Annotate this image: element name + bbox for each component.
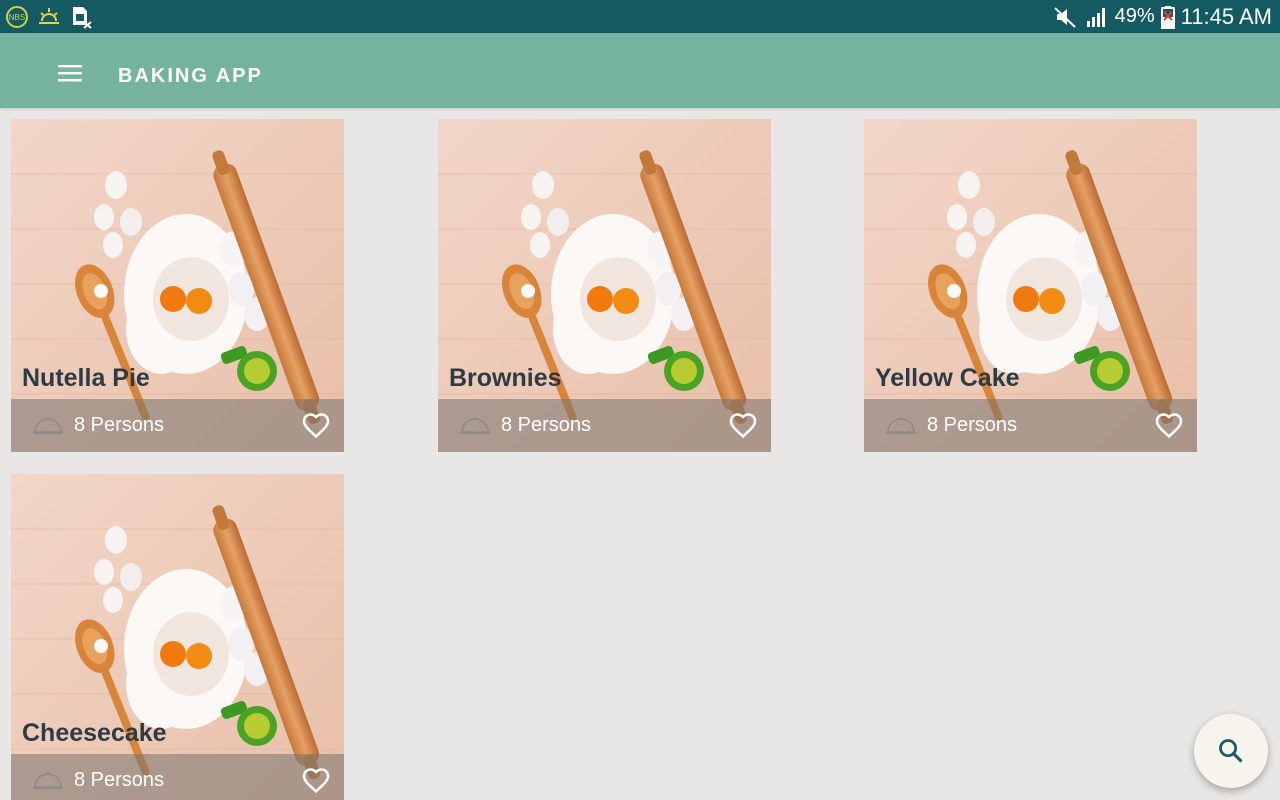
page-title: BAKING APP xyxy=(118,65,263,87)
recipe-name: Nutella Pie xyxy=(22,364,150,392)
serving-cloche-icon xyxy=(31,768,65,792)
search-icon xyxy=(1219,739,1243,763)
serving-cloche-icon xyxy=(884,413,918,437)
recipe-servings: 8 Persons xyxy=(927,414,1018,436)
battery-percent: 49% xyxy=(1114,5,1155,27)
status-bar: NBS 49% 11:45 AM xyxy=(0,0,1280,33)
serving-cloche-icon xyxy=(458,413,492,437)
app-toolbar: BAKING APP xyxy=(0,33,1280,108)
recipe-card[interactable]: Nutella Pie 8 Persons xyxy=(11,119,344,452)
battery-icon xyxy=(1160,5,1175,29)
recipe-servings: 8 Persons xyxy=(74,414,165,436)
recipe-card[interactable]: Cheesecake 8 Persons xyxy=(11,474,344,800)
mute-icon xyxy=(1053,6,1076,28)
favorite-heart-icon[interactable] xyxy=(301,766,331,796)
recipe-photo xyxy=(11,474,344,800)
recipe-footer: 8 Persons xyxy=(11,754,344,800)
recipe-name: Cheesecake xyxy=(22,719,167,747)
signal-icon xyxy=(1086,7,1105,27)
favorite-heart-icon[interactable] xyxy=(728,411,758,441)
recipe-name: Yellow Cake xyxy=(875,364,1020,392)
recipe-footer: 8 Persons xyxy=(438,399,771,452)
recipe-card[interactable]: Yellow Cake 8 Persons xyxy=(864,119,1197,452)
sunrise-icon xyxy=(39,8,59,24)
recipe-servings: 8 Persons xyxy=(74,769,165,791)
recipe-footer: 8 Persons xyxy=(11,399,344,452)
hamburger-menu-icon xyxy=(58,65,82,82)
recipe-footer: 8 Persons xyxy=(864,399,1197,452)
menu-button[interactable] xyxy=(50,53,90,93)
status-bar-right: 49% 11:45 AM xyxy=(1053,0,1272,33)
recipe-card[interactable]: Brownies 8 Persons xyxy=(438,119,771,452)
search-fab[interactable] xyxy=(1194,714,1268,788)
nbs-badge-icon: NBS xyxy=(6,6,28,28)
recipe-name: Brownies xyxy=(449,364,562,392)
favorite-heart-icon[interactable] xyxy=(301,411,331,441)
serving-cloche-icon xyxy=(31,413,65,437)
clock: 11:45 AM xyxy=(1180,4,1272,29)
recipe-servings: 8 Persons xyxy=(501,414,592,436)
sim-card-x-icon xyxy=(73,7,92,29)
favorite-heart-icon[interactable] xyxy=(1154,411,1184,441)
svg-text:NBS: NBS xyxy=(9,13,25,22)
